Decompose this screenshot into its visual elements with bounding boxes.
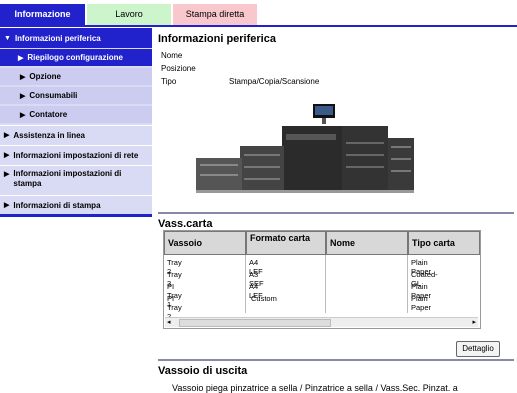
- sidebar-item-option[interactable]: ▶ Opzione: [0, 68, 152, 85]
- field-label: Nome: [161, 51, 183, 60]
- column-header-paper-size: Formato carta: [246, 231, 326, 255]
- sidebar-item-print-info[interactable]: ▶ Informazioni di stampa: [0, 196, 152, 214]
- sidebar-item-label: Assistenza in linea: [13, 130, 85, 140]
- tab-work[interactable]: Lavoro: [87, 4, 171, 25]
- printer-image: [196, 104, 414, 193]
- sidebar-item-label: Informazioni periferica: [14, 33, 101, 43]
- tab-underline: [0, 25, 517, 27]
- triangle-right-icon: ▶: [4, 152, 10, 159]
- table-cell: Custom: [251, 294, 277, 303]
- sidebar-item-network-settings[interactable]: ▶ Informazioni impostazioni di rete: [0, 146, 152, 164]
- field-name: Nome: [161, 51, 229, 60]
- sidebar-item-counter[interactable]: ▶ Contatore: [0, 106, 152, 123]
- detail-button[interactable]: Dettaglio: [456, 341, 500, 357]
- sidebar-item-label: Informazioni di stampa: [13, 200, 101, 210]
- top-tab-bar: Informazione Lavoro Stampa diretta: [0, 0, 517, 27]
- field-label: Posizione: [161, 64, 196, 73]
- paper-tray-section-title: Vass.carta: [158, 218, 213, 230]
- triangle-right-icon: ▶: [4, 202, 10, 209]
- sidebar-item-label: Informazioni impostazioni di stampa: [13, 169, 122, 188]
- sidebar-item-device-info[interactable]: ▼ Informazioni periferica: [0, 28, 152, 48]
- triangle-right-icon: ▶: [4, 132, 10, 139]
- sidebar-item-label: Contatore: [29, 110, 68, 119]
- triangle-right-icon: ▶: [18, 54, 24, 62]
- output-tray-section-title: Vassoio di uscita: [158, 365, 248, 377]
- scrollbar-thumb[interactable]: [179, 319, 331, 327]
- sidebar-bottom-border: [0, 214, 152, 217]
- sidebar: ▼ Informazioni periferica ▶ Riepilogo co…: [0, 28, 152, 216]
- page-title: Informazioni periferica: [158, 33, 276, 45]
- scroll-right-icon[interactable]: ▸: [472, 318, 476, 326]
- sidebar-item-label: Consumabili: [29, 91, 78, 100]
- output-tray-description: Vassoio piega pinzatrice a sella / Pinza…: [172, 383, 458, 393]
- sidebar-item-print-settings[interactable]: ▶ Informazioni impostazioni di stampa: [0, 166, 152, 194]
- field-type: Tipo Stampa/Copia/Scansione: [161, 77, 319, 86]
- triangle-down-icon: ▼: [4, 34, 11, 42]
- tab-direct-print[interactable]: Stampa diretta: [173, 4, 257, 25]
- section-divider: [158, 212, 514, 214]
- tab-information[interactable]: Informazione: [0, 4, 85, 25]
- paper-tray-table: Vassoio Formato carta Nome Tipo carta Tr…: [163, 230, 481, 329]
- triangle-right-icon: ▶: [4, 171, 10, 178]
- table-header: Vassoio Formato carta Nome Tipo carta: [164, 231, 480, 255]
- table-cell: Plain Paper: [411, 294, 432, 312]
- column-header-name: Nome: [326, 231, 408, 255]
- sidebar-item-label: Informazioni impostazioni di rete: [13, 150, 139, 160]
- horizontal-scrollbar[interactable]: ◂ ▸: [165, 317, 478, 327]
- column-header-paper-type: Tipo carta: [408, 231, 480, 255]
- triangle-right-icon: ▶: [20, 73, 26, 81]
- sidebar-item-online-assistance[interactable]: ▶ Assistenza in linea: [0, 126, 152, 144]
- field-value: Stampa/Copia/Scansione: [229, 77, 320, 86]
- sidebar-item-label: Riepilogo configurazione: [27, 53, 123, 62]
- triangle-right-icon: ▶: [20, 92, 26, 100]
- triangle-right-icon: ▶: [20, 111, 26, 119]
- main-content: Informazioni periferica Nome Posizione T…: [158, 33, 514, 393]
- sidebar-item-config-summary[interactable]: ▶ Riepilogo configurazione: [0, 49, 152, 66]
- field-label: Tipo: [161, 77, 177, 86]
- scroll-left-icon[interactable]: ◂: [167, 318, 171, 326]
- field-location: Posizione: [161, 64, 229, 73]
- sidebar-item-consumables[interactable]: ▶ Consumabili: [0, 87, 152, 104]
- section-divider: [158, 359, 514, 361]
- sidebar-item-label: Opzione: [29, 72, 61, 81]
- column-divider: [325, 255, 326, 313]
- column-header-tray: Vassoio: [164, 231, 246, 255]
